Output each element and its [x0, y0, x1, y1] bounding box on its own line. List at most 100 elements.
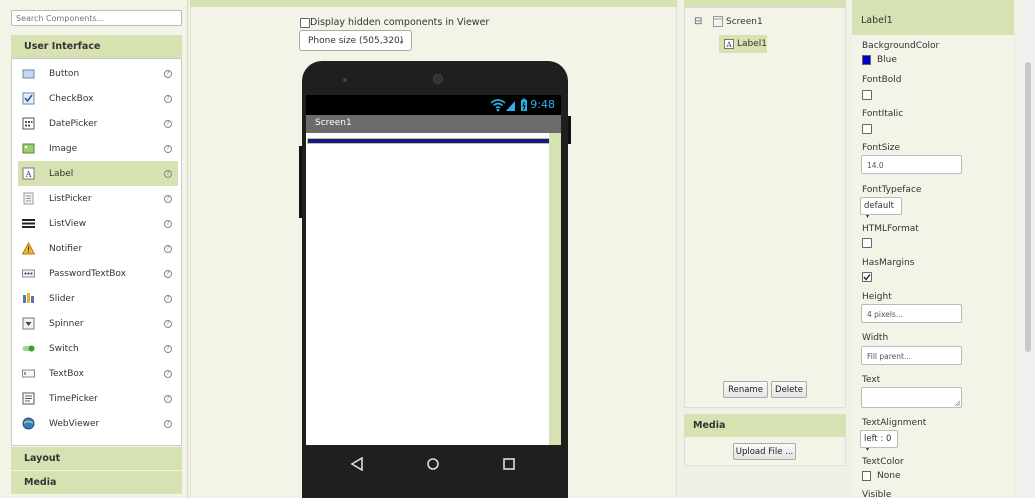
phone-screen-canvas[interactable]	[306, 133, 561, 445]
font-typeface-dropdown[interactable]: default ▾	[860, 197, 902, 220]
font-bold-checkbox[interactable]	[862, 90, 872, 100]
category-layout[interactable]: Layout	[11, 447, 182, 470]
has-margins-checkbox[interactable]	[862, 272, 872, 282]
help-icon[interactable]: ?	[164, 94, 172, 103]
textbox-icon	[22, 367, 35, 380]
back-icon	[350, 457, 363, 471]
properties-header-strip	[852, 0, 1014, 7]
label-icon: A	[724, 39, 734, 49]
category-media[interactable]: Media	[11, 471, 182, 494]
scrollbar-thumb[interactable]	[1025, 62, 1031, 352]
page-scrollbar[interactable]	[1022, 0, 1035, 498]
palette-item-notifier[interactable]: Notifier?	[18, 236, 178, 261]
prop-text-color-value[interactable]: None	[877, 471, 900, 481]
text-textarea[interactable]	[861, 387, 962, 408]
prop-has-margins-label: HasMargins	[862, 258, 915, 268]
palette-item-passwordtextbox[interactable]: PasswordTextBox?	[18, 261, 178, 286]
prop-font-typeface-label: FontTypeface	[862, 185, 922, 195]
html-format-checkbox[interactable]	[862, 238, 872, 248]
palette-item-datepicker[interactable]: DatePicker?	[18, 111, 178, 136]
password-icon	[22, 267, 35, 280]
palette-item-label: WebViewer	[49, 418, 100, 429]
palette-item-label: DatePicker	[49, 118, 98, 129]
prop-font-italic-label: FontItalic	[862, 109, 904, 119]
webviewer-icon	[22, 417, 35, 430]
recents-icon	[503, 458, 515, 470]
display-hidden-checkbox[interactable]	[300, 17, 310, 28]
upload-file-button[interactable]: Upload File ...	[733, 443, 796, 460]
collapse-icon: ⊟	[694, 16, 703, 27]
prop-background-color-label: BackgroundColor	[862, 41, 940, 51]
resize-handle-icon[interactable]	[954, 400, 960, 406]
palette-item-checkbox[interactable]: CheckBox?	[18, 86, 178, 111]
palette-item-label: ListView	[49, 218, 87, 229]
help-icon[interactable]: ?	[164, 369, 172, 378]
palette-item-slider[interactable]: Slider?	[18, 286, 178, 311]
tree-collapse-toggle[interactable]: ⊟	[694, 16, 702, 27]
palette-item-label[interactable]: A Label?	[18, 161, 178, 186]
help-icon[interactable]: ?	[164, 419, 172, 428]
phone-volume-button	[299, 146, 302, 218]
help-icon[interactable]: ?	[164, 319, 172, 328]
delete-button[interactable]: Delete	[771, 381, 807, 398]
tree-node-label1-label: Label1	[736, 39, 767, 49]
components-header-strip	[684, 0, 846, 7]
palette-item-timepicker[interactable]: TimePicker?	[18, 386, 178, 411]
phone-nav-bar	[306, 445, 561, 483]
palette-item-image[interactable]: Image?	[18, 136, 178, 161]
palette-item-listpicker[interactable]: ListPicker?	[18, 186, 178, 211]
palette-item-label: PasswordTextBox	[49, 268, 126, 279]
components-panel	[684, 7, 846, 408]
text-color-swatch[interactable]	[862, 471, 871, 481]
timepicker-icon	[22, 392, 35, 405]
help-icon[interactable]: ?	[164, 144, 172, 153]
help-icon[interactable]: ?	[164, 194, 172, 203]
media-header: Media	[684, 414, 846, 437]
palette-item-listview[interactable]: ListView?	[18, 211, 178, 236]
palette-item-spinner[interactable]: Spinner?	[18, 311, 178, 336]
help-icon[interactable]: ?	[164, 344, 172, 353]
search-components-input[interactable]	[11, 10, 182, 26]
label-icon: A	[22, 167, 35, 180]
palette-item-webviewer[interactable]: WebViewer?	[18, 411, 178, 436]
palette-item-button[interactable]: Button?	[18, 61, 178, 86]
palette-item-switch[interactable]: Switch?	[18, 336, 178, 361]
tree-node-screen1[interactable]: Screen1	[713, 16, 763, 27]
prop-font-bold-label: FontBold	[862, 75, 902, 85]
prop-text-color-label: TextColor	[862, 457, 904, 467]
help-icon[interactable]: ?	[164, 394, 172, 403]
help-icon[interactable]: ?	[164, 219, 172, 228]
category-user-interface[interactable]: User Interface	[11, 35, 182, 58]
display-hidden-toggle[interactable]: Display hidden components in Viewer	[300, 17, 489, 28]
chevron-down-icon: ⌄	[398, 36, 405, 45]
width-input[interactable]: Fill parent...	[861, 346, 962, 365]
font-italic-checkbox[interactable]	[862, 124, 872, 134]
palette-item-label: ListPicker	[49, 193, 92, 204]
background-color-swatch[interactable]	[862, 55, 871, 65]
help-icon[interactable]: ?	[164, 269, 172, 278]
text-alignment-dropdown[interactable]: left : 0 ▾	[860, 430, 898, 453]
svg-text:A: A	[725, 41, 732, 49]
height-input[interactable]: 4 pixels...	[861, 304, 962, 323]
palette-item-label: Notifier	[49, 243, 83, 254]
help-icon[interactable]: ?	[164, 169, 172, 178]
palette-item-label: Spinner	[49, 318, 84, 329]
label1-preview[interactable]	[307, 138, 550, 144]
help-icon[interactable]: ?	[164, 294, 172, 303]
prop-font-size-label: FontSize	[862, 143, 901, 153]
tree-node-label1[interactable]: A Label1	[719, 35, 767, 53]
help-icon[interactable]: ?	[164, 69, 172, 78]
image-icon	[22, 142, 35, 155]
screen-title-bar: Screen1	[306, 115, 561, 133]
wifi-icon	[490, 99, 506, 112]
help-icon[interactable]: ?	[164, 244, 172, 253]
palette-item-textbox[interactable]: TextBox?	[18, 361, 178, 386]
help-icon[interactable]: ?	[164, 119, 172, 128]
phone-size-select[interactable]: Phone size (505,320) ⌄	[299, 30, 412, 51]
palette-item-label: TextBox	[49, 368, 84, 379]
rename-button[interactable]: Rename	[723, 381, 768, 398]
prop-background-color-value[interactable]: Blue	[877, 55, 897, 65]
palette-item-label: Slider	[49, 293, 75, 304]
font-size-input[interactable]: 14.0	[861, 155, 962, 174]
tree-node-screen1-label: Screen1	[726, 16, 763, 27]
